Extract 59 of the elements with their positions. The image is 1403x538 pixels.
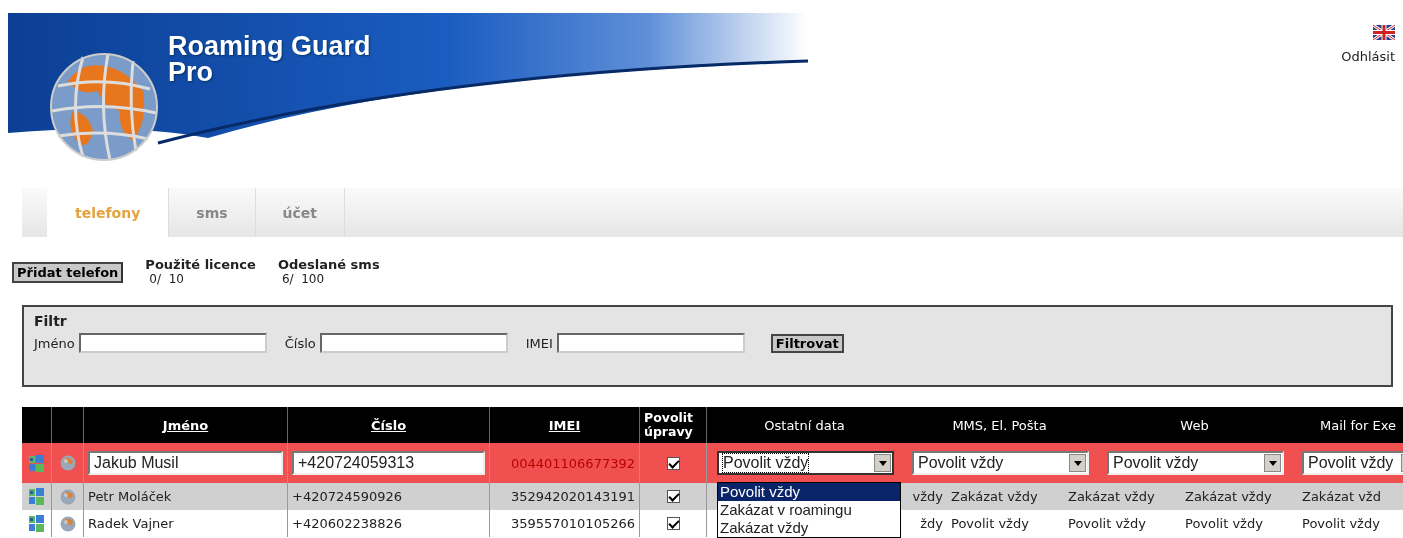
logout-link[interactable]: Odhlásit — [1341, 49, 1395, 64]
filter-input-field[interactable] — [556, 333, 745, 353]
column-header: Povolit úpravy — [644, 411, 695, 439]
windows-phone-icon[interactable] — [28, 488, 45, 505]
filter-input-field[interactable] — [319, 333, 508, 353]
column-sort-link[interactable]: IMEI — [548, 417, 581, 433]
setting-dropdown[interactable]: Povolit vždy — [912, 451, 1089, 475]
setting-cell: ždy — [920, 516, 943, 531]
column-header: MMS, El. Pošta — [951, 416, 1048, 435]
number-cell: +420602238826 — [292, 516, 403, 531]
app-logo-title: Roaming Guard Pro — [168, 33, 371, 85]
dropdown-option[interactable]: Zakázat vždy — [718, 519, 900, 537]
stat-value: 0/ 10 — [148, 272, 185, 286]
windows-phone-icon[interactable] — [28, 515, 45, 532]
uk-flag-icon[interactable] — [1373, 25, 1395, 40]
setting-cell: Povolit vždy — [1068, 516, 1146, 531]
imei-cell: 352942020143191 — [510, 489, 635, 504]
filter-button[interactable]: Filtrovat — [770, 333, 844, 353]
column-header: Mail for Exe — [1319, 416, 1398, 435]
column-header: Ostatní data — [763, 416, 846, 435]
windows-phone-icon[interactable] — [28, 454, 45, 472]
setting-cell: vždy — [912, 489, 943, 504]
filter-title: Filtr — [34, 313, 67, 329]
number-input-field[interactable]: +420724059313 — [292, 451, 485, 475]
column-header: Web — [1179, 416, 1210, 435]
globe-logo-icon — [48, 51, 160, 163]
setting-cell: Zakázat vždy — [1068, 489, 1155, 504]
checkbox[interactable] — [666, 517, 680, 530]
setting-cell: Zakázat vždy — [951, 489, 1038, 504]
setting-cell: Zakázat vžd — [1302, 489, 1381, 504]
globe-icon — [59, 488, 76, 505]
setting-dropdown[interactable]: Povolit vždy — [1302, 451, 1403, 475]
setting-cell: Zakázat vždy — [1185, 489, 1272, 504]
globe-icon — [59, 455, 76, 471]
setting-dropdown[interactable]: Povolit vždy — [1107, 451, 1284, 475]
field-label: IMEI — [525, 335, 553, 351]
add-phone-button[interactable]: Přidat telefon — [12, 262, 124, 283]
imei-cell: 359557010105266 — [510, 516, 635, 531]
checkbox[interactable] — [666, 456, 680, 470]
setting-cell: Povolit vždy — [1185, 516, 1263, 531]
stat-value: 6/ 100 — [280, 272, 326, 286]
name-cell: Radek Vajner — [88, 516, 174, 531]
imei-cell: 004401106677392 — [510, 455, 635, 471]
field-label: Číslo — [284, 335, 316, 351]
column-sort-link[interactable]: Jméno — [162, 417, 209, 433]
setting-cell: Povolit vždy — [951, 516, 1029, 531]
filter-input-field[interactable] — [78, 333, 267, 353]
column-sort-link[interactable]: Číslo — [370, 417, 407, 433]
globe-icon — [59, 515, 76, 532]
setting-dropdown[interactable]: Povolit vždy — [717, 451, 894, 475]
number-cell: +420724590926 — [292, 489, 403, 504]
stat-label: Použité licence — [145, 257, 256, 272]
name-cell: Petr Moláček — [88, 489, 172, 504]
dropdown-option[interactable]: Povolit vždy — [718, 483, 900, 501]
setting-cell: Povolit vždy — [1302, 516, 1380, 531]
field-label: Jméno — [34, 335, 75, 351]
checkbox[interactable] — [666, 490, 680, 503]
stat-label: Odeslané sms — [277, 257, 380, 272]
name-input-field[interactable]: Jakub Musil — [88, 451, 283, 475]
